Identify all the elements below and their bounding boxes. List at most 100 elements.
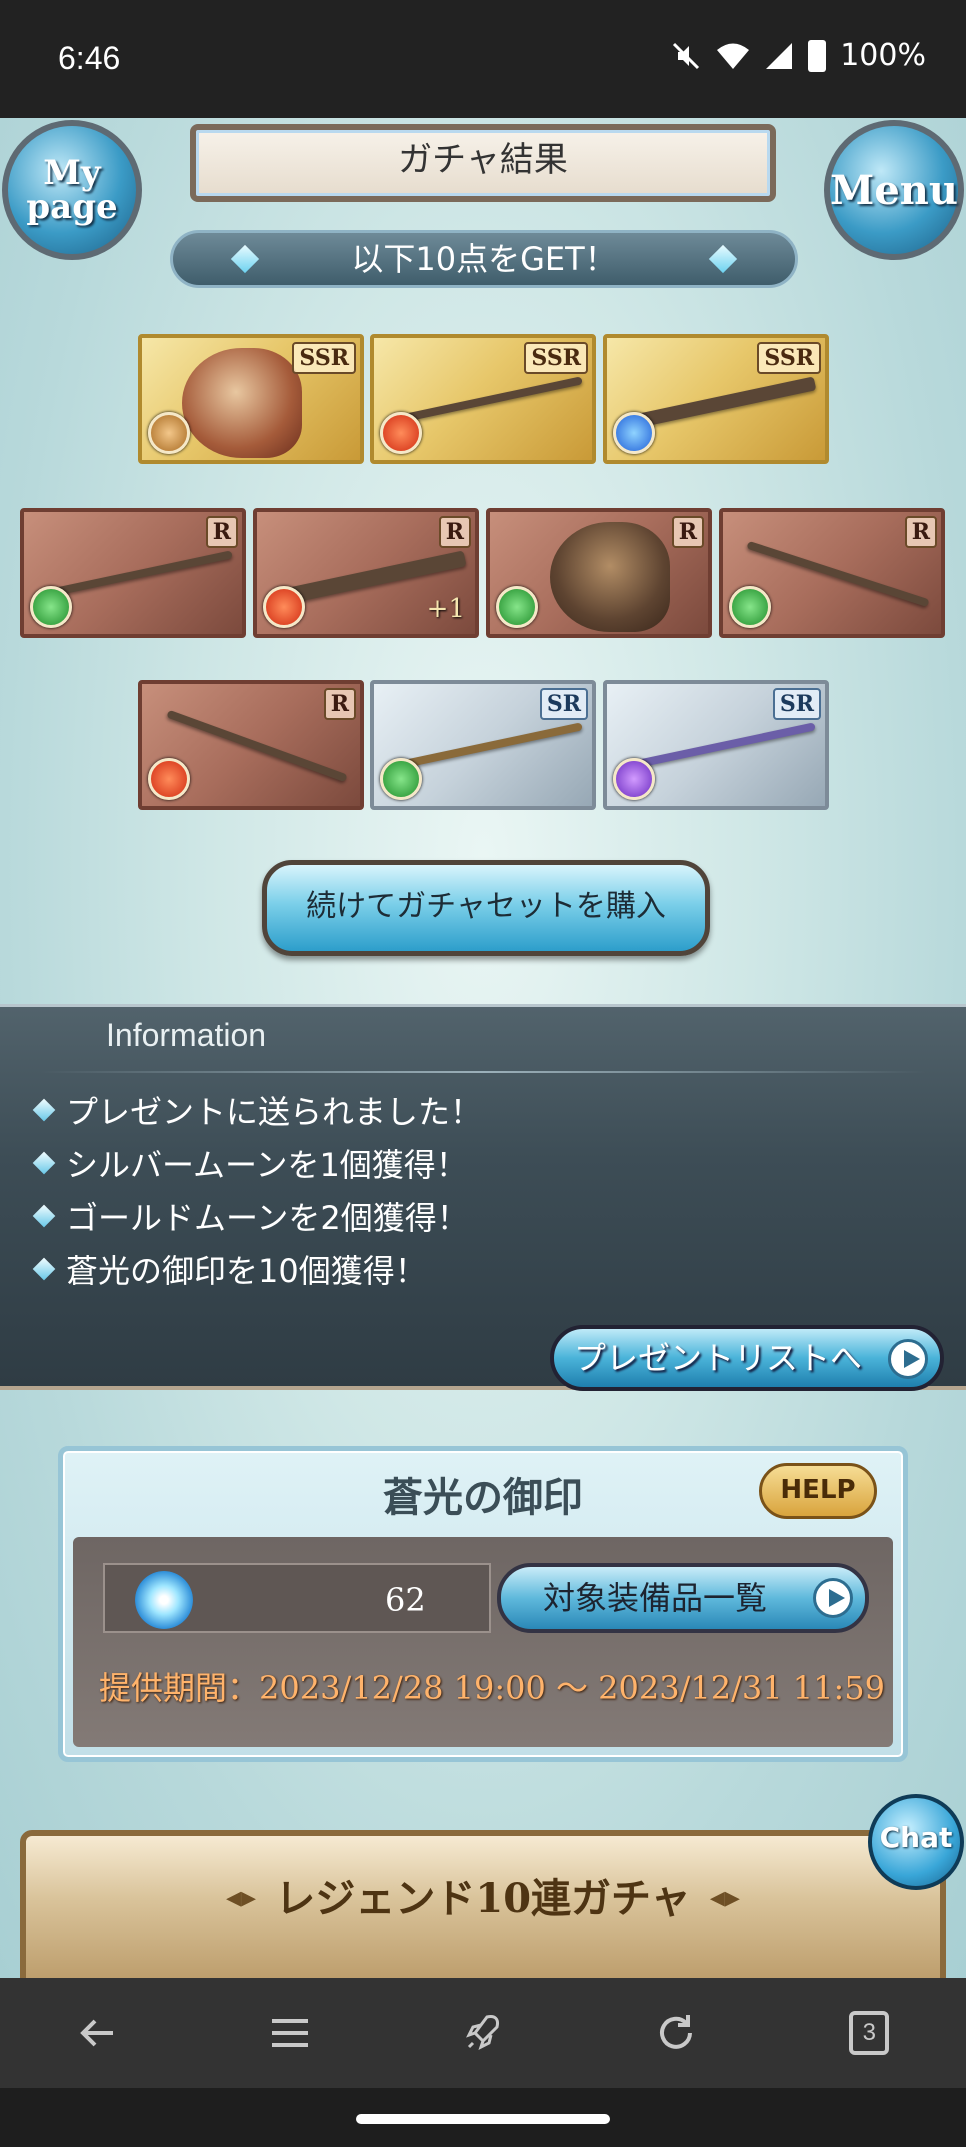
result-card[interactable]: R — [486, 508, 712, 638]
rarity-badge: SSR — [524, 342, 588, 374]
weapon-art — [395, 376, 583, 424]
result-banner-text: 以下10点をGET！ — [351, 240, 617, 278]
fire-element-icon — [263, 586, 305, 628]
list-item: 蒼光の御印を10個獲得！ — [30, 1242, 482, 1295]
list-item: プレゼントに送られました！ — [30, 1083, 482, 1136]
menu-button[interactable]: Menu — [824, 120, 964, 260]
weapon-art — [627, 376, 817, 430]
result-card[interactable]: SSR — [370, 334, 596, 464]
diamond-bullet-icon — [32, 1204, 56, 1227]
present-list-label: プレゼントリストへ — [574, 1339, 863, 1377]
eligible-equipment-button[interactable]: 対象装備品一覧 — [497, 1563, 869, 1633]
list-item-text: シルバームーンを1個獲得！ — [66, 1145, 468, 1184]
plus-bonus: +1 — [426, 594, 465, 624]
wind-element-icon — [496, 586, 538, 628]
menu-lines-button[interactable] — [260, 2003, 320, 2063]
diamond-bullet-icon — [32, 1257, 56, 1280]
status-bar: 6:46 100% — [0, 0, 966, 118]
information-panel: Information プレゼントに送られました！ シルバームーンを1個獲得！ … — [0, 1004, 966, 1391]
result-card[interactable]: SSR — [603, 334, 829, 464]
gacha-result-screen: My page ガチャ結果 Menu 以下10点をGET！ SSR SSR SS… — [0, 118, 966, 1978]
page-title-bar: ガチャ結果 — [190, 124, 776, 202]
rarity-badge: SSR — [292, 342, 356, 374]
mute-icon — [673, 42, 700, 69]
signal-icon — [766, 42, 793, 69]
earth-element-icon — [148, 412, 190, 454]
information-list: プレゼントに送られました！ シルバームーンを1個獲得！ ゴールドムーンを2個獲得… — [30, 1083, 482, 1295]
result-card[interactable]: R — [719, 508, 945, 638]
play-arrow-icon — [813, 1578, 853, 1618]
wind-element-icon — [380, 758, 422, 800]
list-item: シルバームーンを1個獲得！ — [30, 1136, 482, 1189]
seal-star-icon — [135, 1571, 193, 1629]
divider — [40, 1071, 926, 1073]
result-card[interactable]: R +1 — [253, 508, 479, 638]
reload-button[interactable] — [646, 2003, 706, 2063]
fire-element-icon — [380, 412, 422, 454]
summon-art — [550, 522, 670, 632]
rarity-badge: SR — [539, 688, 588, 720]
battery-level: 100% — [840, 38, 926, 73]
seal-count-box: 62 — [103, 1563, 491, 1633]
legend-gacha-banner[interactable]: ◂▸ レジェンド10連ガチャ ◂▸ — [20, 1830, 946, 1978]
list-item-text: ゴールドムーンを2個獲得！ — [66, 1198, 469, 1237]
rarity-badge: R — [205, 516, 238, 548]
diamond-icon — [708, 244, 738, 274]
reload-icon — [660, 2015, 693, 2049]
help-button[interactable]: HELP — [759, 1463, 877, 1519]
weapon-art — [45, 550, 233, 598]
wind-element-icon — [729, 586, 771, 628]
result-card[interactable]: SR — [603, 680, 829, 810]
status-icons: 100% — [670, 38, 926, 73]
rocket-button[interactable] — [453, 2003, 513, 2063]
diamond-icon — [230, 244, 260, 274]
rarity-badge: SR — [772, 688, 821, 720]
result-card[interactable]: R — [20, 508, 246, 638]
water-element-icon — [613, 412, 655, 454]
result-card[interactable]: R — [138, 680, 364, 810]
page-title: ガチャ結果 — [398, 140, 568, 180]
rarity-badge: SSR — [757, 342, 821, 374]
play-arrow-icon — [888, 1339, 928, 1379]
present-list-button[interactable]: プレゼントリストへ — [550, 1325, 944, 1391]
list-item: ゴールドムーンを2個獲得！ — [30, 1189, 482, 1242]
back-arrow-icon — [79, 2019, 113, 2047]
seal-details: 62 対象装備品一覧 提供期間：2023/12/28 19:00 〜 2023/… — [73, 1537, 893, 1747]
buy-gacha-set-button[interactable]: 続けてガチャセットを購入 — [262, 860, 710, 956]
weapon-art — [395, 722, 583, 770]
clock: 6:46 — [58, 40, 121, 76]
legend-gacha-title: レジェンド10連ガチャ — [275, 1875, 691, 1922]
wifi-icon — [717, 43, 750, 69]
result-card[interactable]: SSR — [138, 334, 364, 464]
result-card[interactable]: SR — [370, 680, 596, 810]
seal-panel: 蒼光の御印 HELP 62 対象装備品一覧 提供期間：2023/12/28 19… — [58, 1446, 908, 1762]
availability-period: 提供期間：2023/12/28 19:00 〜 2023/12/31 11:59 — [99, 1669, 886, 1707]
diamond-bullet-icon — [32, 1098, 56, 1121]
home-handle[interactable] — [356, 2114, 610, 2124]
right-ornament-icon: ◂▸ — [709, 1880, 740, 1915]
mypage-button[interactable]: My page — [2, 120, 142, 260]
mypage-label: My page — [26, 153, 118, 227]
result-banner: 以下10点をGET！ — [170, 230, 798, 288]
weapon-art — [746, 540, 930, 608]
rarity-badge: R — [323, 688, 356, 720]
browser-toolbar: 3 — [0, 1978, 966, 2088]
list-item-text: 蒼光の御印を10個獲得！ — [66, 1251, 427, 1290]
rocket-icon — [466, 2015, 499, 2050]
chat-button[interactable]: Chat — [868, 1794, 964, 1890]
diamond-bullet-icon — [32, 1151, 56, 1174]
tabs-button[interactable]: 3 — [839, 2003, 899, 2063]
list-item-text: プレゼントに送られました！ — [66, 1092, 483, 1131]
seal-count: 62 — [385, 1581, 426, 1619]
rarity-badge: R — [438, 516, 471, 548]
battery-icon — [808, 39, 827, 72]
weapon-art — [166, 709, 348, 783]
rarity-badge: R — [904, 516, 937, 548]
dark-element-icon — [613, 758, 655, 800]
weapon-art — [628, 722, 816, 770]
menu-label: Menu — [830, 166, 958, 214]
character-art — [182, 348, 302, 458]
back-button[interactable] — [67, 2003, 127, 2063]
fire-element-icon — [148, 758, 190, 800]
gesture-bar — [0, 2088, 966, 2147]
